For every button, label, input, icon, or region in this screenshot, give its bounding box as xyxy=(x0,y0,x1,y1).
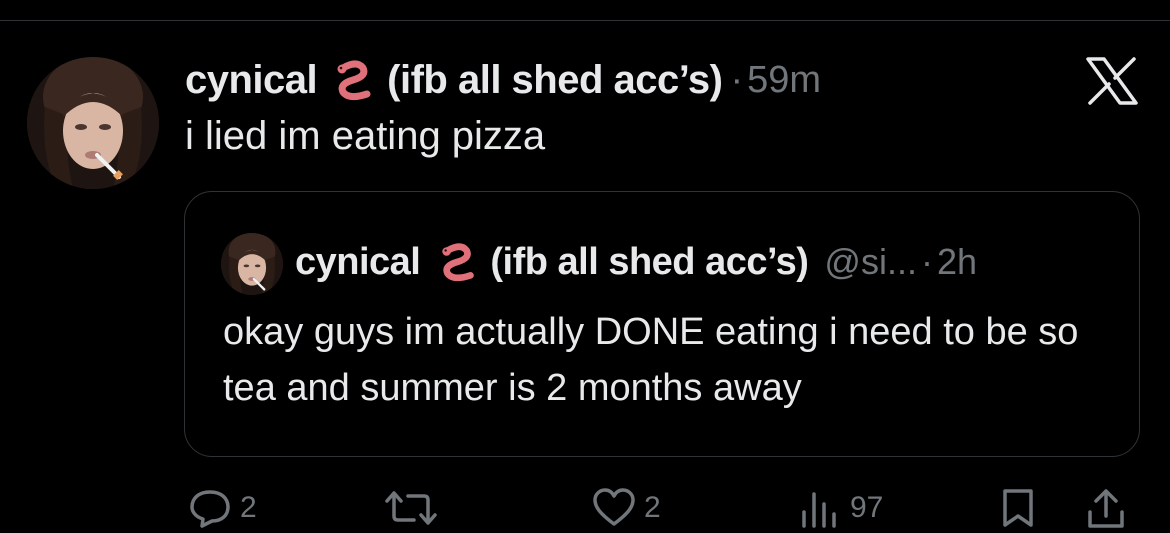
worm-icon xyxy=(432,241,486,283)
quoted-handle[interactable]: @si... xyxy=(824,241,917,283)
worm-icon xyxy=(327,58,383,102)
quoted-avatar[interactable] xyxy=(221,233,283,295)
action-bar: 2 2 97 xyxy=(0,488,1170,533)
views-button[interactable]: 97 xyxy=(798,488,883,528)
bookmark-button[interactable] xyxy=(1000,488,1036,528)
top-divider xyxy=(0,20,1170,21)
avatar[interactable] xyxy=(27,57,159,189)
bookmark-icon xyxy=(1003,489,1033,527)
timestamp[interactable]: 59m xyxy=(747,59,821,102)
quoted-avatar-image xyxy=(221,233,283,295)
share-icon xyxy=(1088,489,1124,528)
like-count: 2 xyxy=(644,491,661,524)
quoted-tweet[interactable]: cynical (ifb all shed acc’s) @si... · 2h… xyxy=(184,191,1140,457)
quoted-author-suffix[interactable]: (ifb all shed acc’s) xyxy=(490,241,809,284)
quoted-tweet-header: cynical (ifb all shed acc’s) @si... · 2h xyxy=(295,234,977,290)
views-icon xyxy=(802,492,836,528)
repost-icon xyxy=(385,491,437,525)
tweet-text: i lied im eating pizza xyxy=(185,114,546,158)
author-suffix[interactable]: (ifb all shed acc’s) xyxy=(387,58,723,103)
avatar-image xyxy=(27,57,159,189)
tweet-header: cynical (ifb all shed acc’s) · 59m xyxy=(185,50,821,110)
repost-button[interactable] xyxy=(384,488,446,528)
views-count: 97 xyxy=(850,491,884,524)
reply-button[interactable]: 2 xyxy=(188,488,257,528)
quoted-timestamp[interactable]: 2h xyxy=(937,241,977,283)
x-logo-icon[interactable] xyxy=(1082,56,1142,106)
quoted-author-name[interactable]: cynical xyxy=(295,241,421,284)
like-button[interactable]: 2 xyxy=(592,488,661,528)
share-button[interactable] xyxy=(1086,488,1126,530)
reply-icon xyxy=(190,490,230,528)
reply-count: 2 xyxy=(240,491,257,524)
author-name[interactable]: cynical xyxy=(185,58,318,103)
quoted-tweet-text: okay guys im actually DONE eating i need… xyxy=(223,311,1079,409)
separator-dot: · xyxy=(730,58,744,101)
heart-icon xyxy=(593,488,635,526)
separator-dot: · xyxy=(920,241,933,282)
